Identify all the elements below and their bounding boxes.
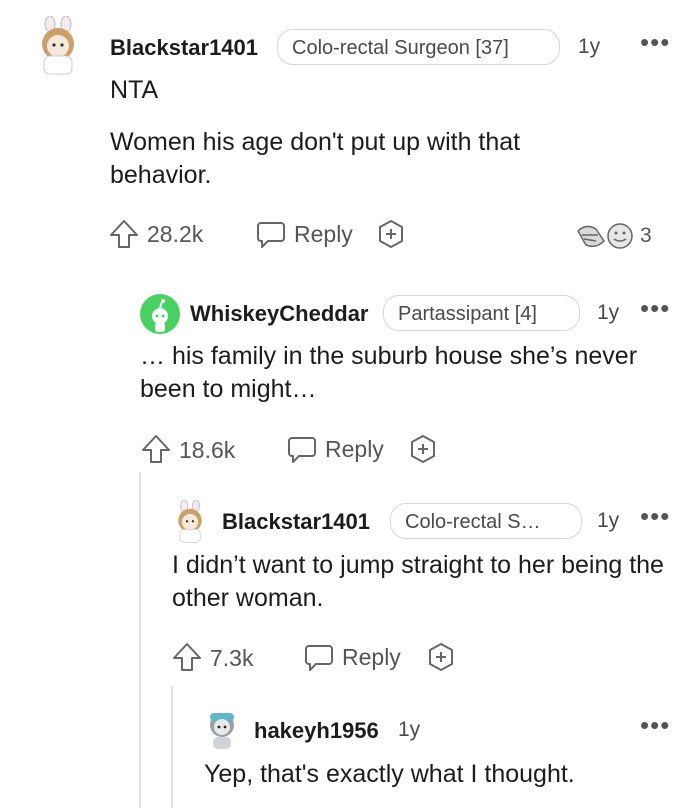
timestamp: 1y — [398, 718, 421, 741]
vote-count: 18.6k — [179, 437, 236, 463]
award-icon — [429, 643, 453, 671]
upvote-icon — [142, 435, 170, 463]
username[interactable]: WhiskeyCheddar — [190, 301, 369, 327]
upvote-button[interactable] — [140, 433, 172, 465]
awards-display[interactable]: 3 — [574, 221, 652, 251]
avatar[interactable] — [34, 16, 82, 76]
more-options-button[interactable]: ••• — [640, 712, 670, 738]
timestamp: 1y — [597, 301, 620, 324]
more-options-button[interactable]: ••• — [640, 503, 670, 529]
awards-icon — [577, 223, 633, 249]
user-flair: Partassipant [4] — [383, 295, 580, 331]
award-button[interactable] — [375, 218, 407, 250]
reply-button[interactable]: Reply — [303, 641, 401, 673]
upvote-button[interactable] — [108, 218, 140, 250]
awards-count: 3 — [640, 224, 652, 247]
avatar[interactable] — [172, 500, 208, 544]
thread-line[interactable] — [139, 472, 141, 808]
comment-body: … his family in the suburb house she’s n… — [140, 342, 638, 403]
award-button[interactable] — [407, 433, 439, 465]
comment-bubble-icon — [305, 645, 333, 671]
reply-button[interactable]: Reply — [255, 218, 353, 250]
vote-count: 28.2k — [147, 221, 204, 247]
avatar[interactable] — [140, 294, 180, 334]
upvote-button[interactable] — [171, 641, 203, 673]
more-options-button[interactable]: ••• — [640, 295, 670, 321]
reply-label: Reply — [294, 220, 353, 247]
upvote-icon — [173, 643, 201, 671]
award-button[interactable] — [425, 641, 457, 673]
award-icon — [379, 220, 403, 248]
thread-line[interactable] — [171, 686, 173, 808]
comment-body: NTA Women his age don't put up with that… — [110, 74, 590, 192]
reply-label: Reply — [342, 643, 401, 670]
comment-bubble-icon — [288, 437, 316, 463]
reply-label: Reply — [325, 435, 384, 462]
username[interactable]: hakeyh1956 — [254, 718, 379, 744]
avatar[interactable] — [204, 710, 240, 750]
user-flair: Colo-rectal S… — [390, 503, 582, 539]
award-icon — [411, 435, 435, 463]
timestamp: 1y — [578, 35, 601, 58]
more-options-button[interactable]: ••• — [640, 29, 670, 55]
snoo-icon — [152, 299, 168, 332]
comment-paragraph: NTA — [110, 76, 159, 104]
upvote-icon — [110, 220, 138, 248]
comment-bubble-icon — [257, 222, 285, 248]
comment-body: Yep, that's exactly what I thought. — [204, 760, 575, 788]
username[interactable]: Blackstar1401 — [222, 509, 370, 535]
vote-count: 7.3k — [210, 645, 254, 671]
reply-button[interactable]: Reply — [286, 433, 384, 465]
comment-body: I didn’t want to jump straight to her be… — [172, 551, 664, 612]
username[interactable]: Blackstar1401 — [110, 35, 258, 61]
user-flair: Colo-rectal Surgeon [37] — [277, 29, 560, 65]
comment-paragraph: Women his age don't put up with that beh… — [110, 128, 521, 189]
timestamp: 1y — [597, 509, 620, 532]
